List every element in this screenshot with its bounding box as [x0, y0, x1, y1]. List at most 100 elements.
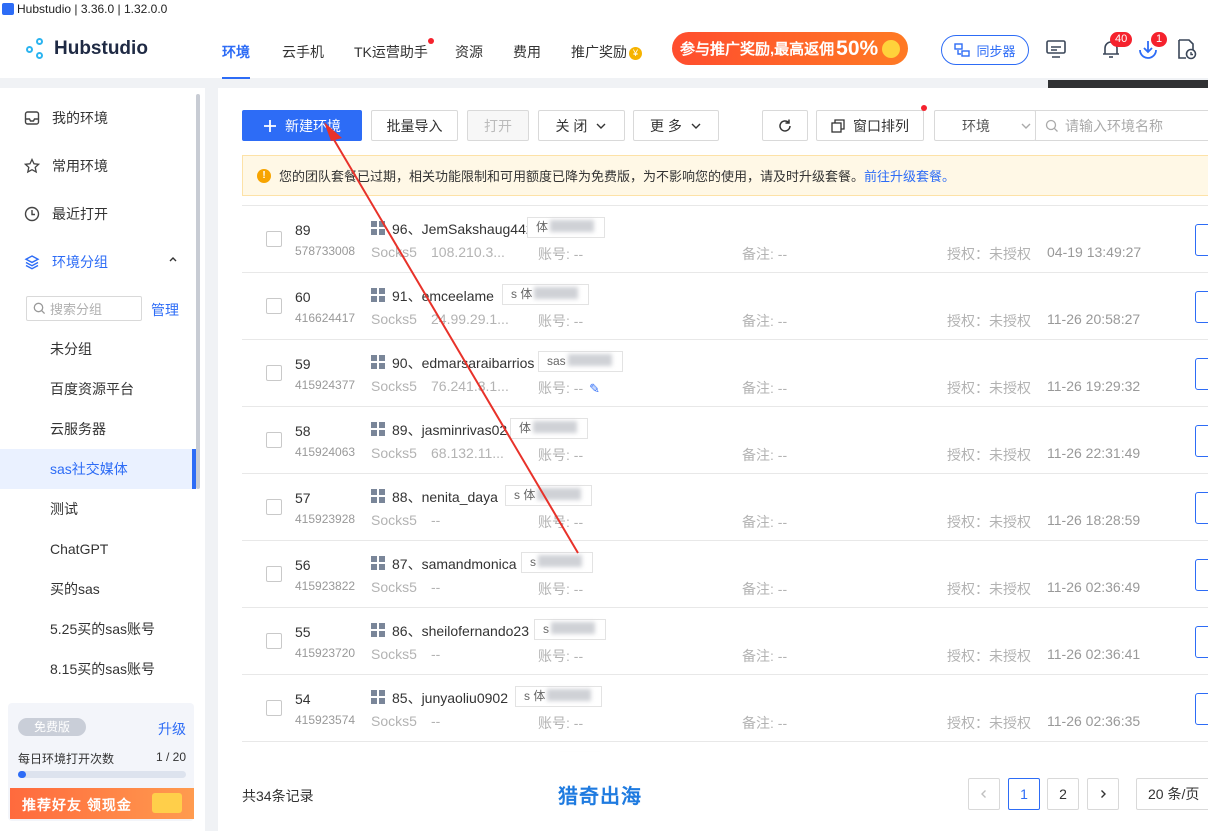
more-label: 更 多 [650, 117, 682, 134]
row-checkbox[interactable] [266, 499, 282, 515]
sidebar-item-label: 环境分组 [52, 254, 108, 270]
group-item-test[interactable]: 测试 [0, 489, 196, 529]
warning-icon: ! [257, 168, 271, 183]
upgrade-link[interactable]: 升级 [158, 719, 186, 739]
promo-banner[interactable]: 参与推广奖励,最高返佣 50% [672, 32, 908, 65]
nav-resources[interactable]: 资源 [455, 42, 483, 62]
edit-pencil-icon[interactable]: ✎ [589, 381, 600, 396]
logo[interactable]: Hubstudio [26, 38, 148, 60]
sidebar-item-environment-groups[interactable]: 环境分组 [24, 252, 177, 272]
row-checkbox[interactable] [266, 298, 282, 314]
group-tag: 体 [527, 217, 606, 238]
table-row[interactable]: 56 415923822 87、samandmonica s Socks5 -- 账号: -… [242, 541, 1208, 608]
open-environment-button[interactable] [1195, 626, 1208, 658]
chevron-down-icon [596, 123, 606, 129]
group-tag-text: s 体 [514, 488, 536, 502]
environment-name[interactable]: 86、sheilofernando23 [392, 621, 529, 641]
group-item-sas-social-media[interactable]: sas社交媒体 [0, 449, 196, 489]
synchronizer-button[interactable]: 同步器 [941, 35, 1029, 65]
row-checkbox[interactable] [266, 231, 282, 247]
group-search-input[interactable]: 搜索分组 [26, 296, 142, 321]
table-row[interactable]: 59 415924377 90、edmarsaraibarrios sas Socks5… [242, 340, 1208, 407]
next-page-button[interactable] [1087, 778, 1119, 810]
group-item-chatgpt[interactable]: ChatGPT [0, 529, 196, 569]
table-row[interactable]: 89 578733008 96、JemSakshaug442 体 Socks5 108.2… [242, 206, 1208, 273]
windows-icon [371, 623, 385, 637]
open-environment-button[interactable] [1195, 559, 1208, 591]
batch-import-button[interactable]: 批量导入 [371, 110, 458, 141]
environment-name[interactable]: 89、jasminrivas02 [392, 420, 507, 440]
proxy-ip: 24.99.29.1... [431, 311, 509, 327]
sidebar-scrollbar[interactable] [196, 94, 200, 489]
sidebar-item-favorite-environments[interactable]: 常用环境 [24, 156, 108, 176]
manage-groups-link[interactable]: 管理 [151, 300, 179, 320]
window-arrange-button[interactable]: 窗口排列 [816, 105, 927, 141]
nav-billing[interactable]: 费用 [513, 42, 541, 62]
redacted-blur [547, 689, 592, 701]
note-field: 备注: -- [742, 380, 788, 396]
group-search-placeholder: 搜索分组 [50, 302, 103, 317]
table-row[interactable]: 55 415923720 86、sheilofernando23 s Socks5 -- 账… [242, 608, 1208, 675]
group-item-sas-accounts-0525[interactable]: 5.25买的sas账号 [0, 609, 196, 649]
prev-page-button[interactable] [968, 778, 1000, 810]
group-item-cloud-server[interactable]: 云服务器 [0, 409, 196, 449]
open-environment-button[interactable] [1195, 425, 1208, 457]
open-environment-button[interactable] [1195, 693, 1208, 725]
open-environment-button[interactable] [1195, 224, 1208, 256]
table-row[interactable]: 57 415923928 88、nenita_daya s 体 Socks5 -- 账号: … [242, 474, 1208, 541]
page-2-button[interactable]: 2 [1047, 778, 1079, 810]
row-checkbox[interactable] [266, 633, 282, 649]
environment-name[interactable]: 87、samandmonica [392, 554, 517, 574]
row-checkbox[interactable] [266, 566, 282, 582]
group-item-ungrouped[interactable]: 未分组 [0, 329, 196, 369]
row-checkbox[interactable] [266, 365, 282, 381]
table-row[interactable]: 54 415923574 85、junyaoliu0902 s 体 Socks5 -- 账号… [242, 675, 1208, 742]
row-checkbox[interactable] [266, 700, 282, 716]
table-row[interactable]: 58 415924063 89、jasminrivas02 体 Socks5 68.132… [242, 407, 1208, 474]
logo-mark-icon [26, 38, 52, 60]
row-number: 59 [295, 356, 311, 372]
nav-referral-rewards[interactable]: 推广奖励 ¥ [571, 42, 642, 62]
new-environment-button[interactable]: 新建环境 [242, 110, 362, 141]
sidebar-item-my-environments[interactable]: 我的环境 [24, 108, 108, 128]
environment-name[interactable]: 91、emceelame [392, 286, 494, 306]
environment-name[interactable]: 88、nenita_daya [392, 487, 498, 507]
authorization-status: 授权：未授权 [947, 447, 1031, 463]
open-environment-button[interactable] [1195, 492, 1208, 524]
nav-tk-assistant[interactable]: TK运营助手 [354, 38, 434, 62]
proxy-type: Socks5 [371, 445, 417, 461]
promo-percent: 50% [836, 36, 879, 60]
sidebar-item-recently-opened[interactable]: 最近打开 [24, 204, 108, 224]
account-field: 账号: -- [538, 244, 583, 264]
group-item-sas-accounts-0815[interactable]: 8.15买的sas账号 [0, 649, 196, 689]
table-row[interactable]: 5384、donstalksas社交媒体 [242, 742, 1208, 752]
more-dropdown-button[interactable]: 更 多 [633, 110, 719, 141]
environment-search-input[interactable]: 请输入环境名称 [1035, 110, 1208, 141]
monitor-icon[interactable] [1045, 38, 1067, 60]
environment-filter-select[interactable]: 环境 [934, 110, 1036, 141]
download-update-button[interactable]: 1 [1137, 32, 1168, 60]
open-button[interactable]: 打开 [467, 110, 529, 141]
page-1-button[interactable]: 1 [1008, 778, 1040, 810]
environment-name[interactable]: 96、JemSakshaug442 [392, 219, 534, 239]
environment-name[interactable]: 90、edmarsaraibarrios [392, 353, 534, 373]
plus-icon [264, 119, 276, 132]
nav-cloud-phone[interactable]: 云手机 [282, 42, 324, 62]
close-dropdown-button[interactable]: 关 闭 [538, 110, 625, 141]
nav-environment[interactable]: 环境 [222, 42, 250, 79]
open-environment-button[interactable] [1195, 291, 1208, 323]
row-checkbox[interactable] [266, 432, 282, 448]
table-row[interactable]: 60 416624417 91、emceelame s 体 Socks5 24.99.29… [242, 273, 1208, 340]
upgrade-plan-link[interactable]: 前往升级套餐。 [864, 169, 955, 184]
page-size-select[interactable]: 20 条/页 [1136, 778, 1208, 810]
refresh-button[interactable] [762, 110, 808, 141]
refer-friend-banner[interactable]: 推荐好友 领现金 [10, 788, 194, 819]
chevron-up-icon[interactable] [168, 254, 178, 264]
note-field: 备注: -- [742, 581, 788, 597]
environment-name[interactable]: 85、junyaoliu0902 [392, 688, 508, 708]
open-environment-button[interactable] [1195, 358, 1208, 390]
notifications-button[interactable]: 40 [1100, 32, 1133, 60]
document-clock-icon[interactable] [1175, 38, 1197, 60]
group-item-bought-sas[interactable]: 买的sas [0, 569, 196, 609]
group-item-baidu-resources[interactable]: 百度资源平台 [0, 369, 196, 409]
